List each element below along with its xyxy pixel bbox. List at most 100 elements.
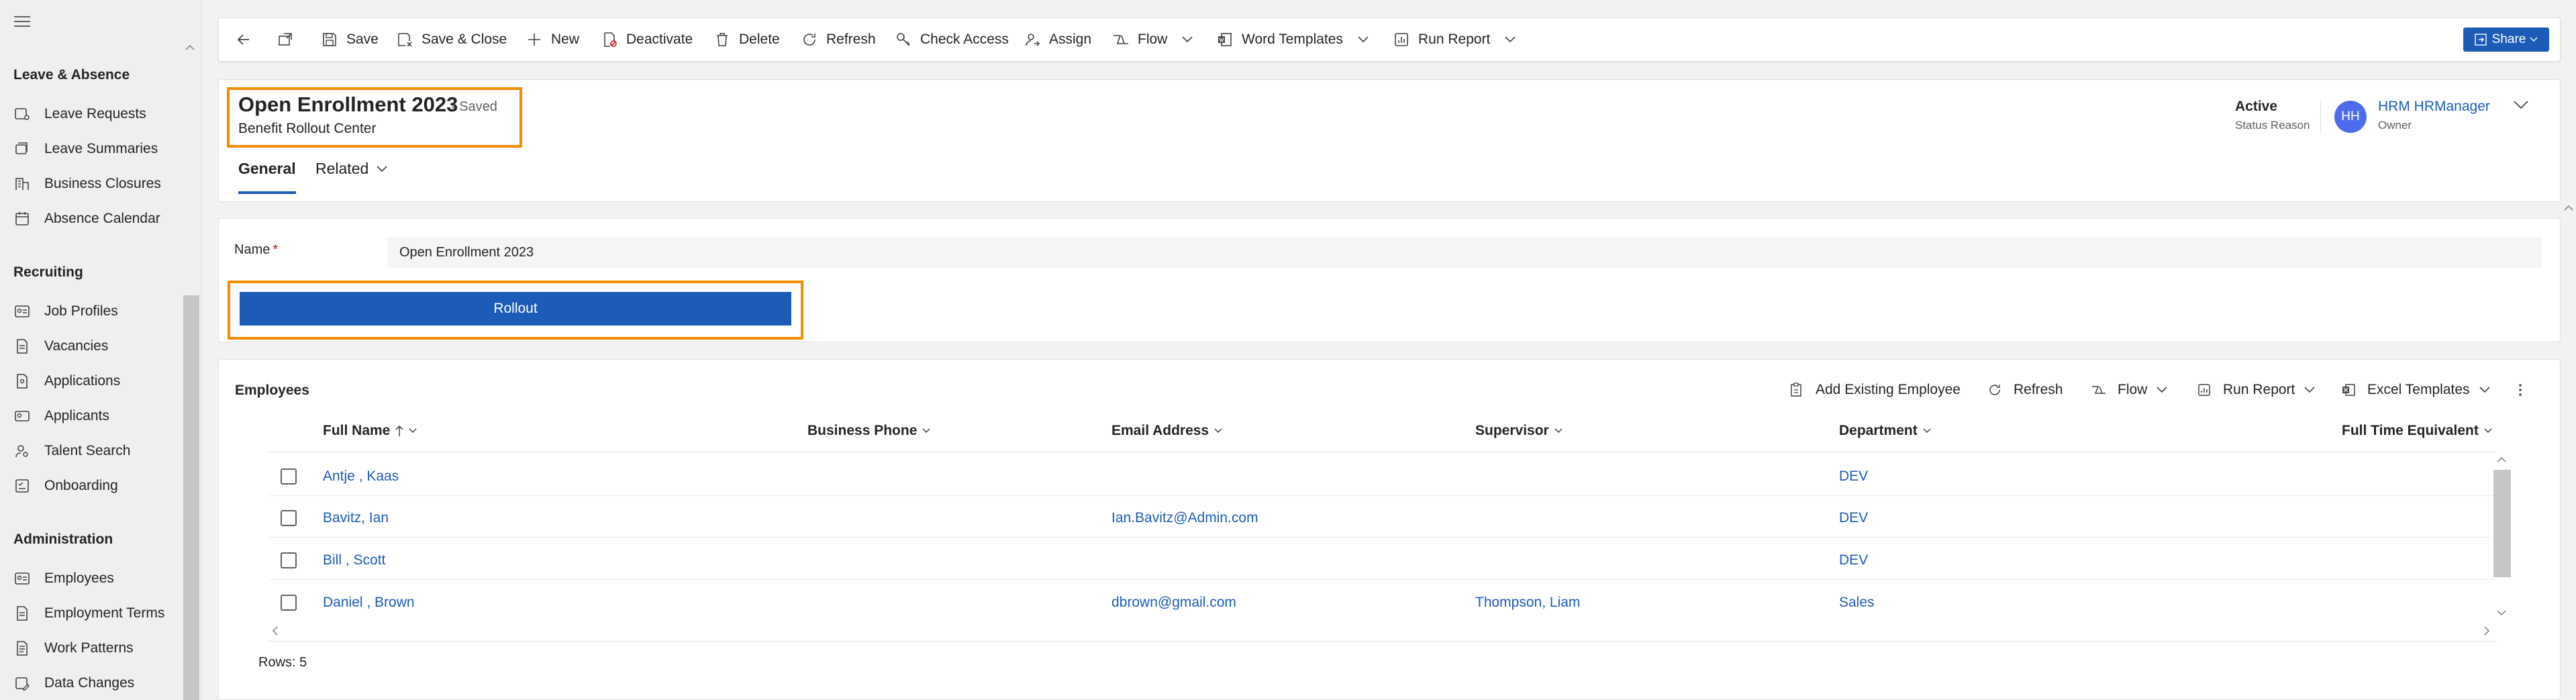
grid-scroll-up-icon[interactable] [2497, 456, 2506, 463]
row-divider [268, 579, 2497, 580]
plus-icon [526, 31, 543, 48]
sidebar-item-applicants[interactable]: Applicants [13, 403, 181, 430]
cell-full-name[interactable]: Antje , Kaas [323, 468, 399, 485]
sidebar-item-job-profiles[interactable]: Job Profiles [13, 298, 181, 325]
sidebar-item-work-patterns[interactable]: Work Patterns [13, 635, 181, 662]
column-header-supervisor[interactable]: Supervisor [1475, 423, 1563, 439]
sidebar-item-vacancies[interactable]: Vacancies [13, 333, 181, 360]
sidebar-item-applications[interactable]: Applications [13, 368, 181, 395]
refresh-button[interactable]: Refresh [801, 17, 876, 62]
hamburger-menu-icon[interactable] [13, 15, 31, 28]
sidebar-scrollbar[interactable] [183, 295, 199, 700]
save-label: Save [346, 32, 379, 47]
key-icon [895, 31, 912, 48]
cell-supervisor[interactable]: Thompson, Liam [1475, 595, 1580, 611]
column-header-email-address[interactable]: Email Address [1111, 423, 1222, 439]
cell-email[interactable]: dbrown@gmail.com [1111, 595, 1236, 611]
name-field[interactable] [387, 237, 2542, 268]
sidebar-item-label: Leave Summaries [44, 141, 158, 156]
cell-department[interactable]: Sales [1839, 595, 1875, 611]
sidebar-item-leave-summaries[interactable]: Leave Summaries [13, 136, 181, 162]
active-tab-indicator [238, 191, 296, 194]
deactivate-button[interactable]: Deactivate [601, 17, 693, 62]
run-report-label: Run Report [1418, 32, 1491, 47]
run-report-button[interactable]: Run Report [1393, 17, 1516, 62]
add-existing-employee-button[interactable]: Add Existing Employee [1789, 377, 1961, 403]
person-search-icon [13, 442, 31, 460]
check-access-button[interactable]: Check Access [895, 17, 1009, 62]
save-button[interactable]: Save [321, 17, 379, 62]
more-commands-icon[interactable] [2518, 377, 2522, 403]
sidebar-item-absence-calendar[interactable]: Absence Calendar [13, 205, 181, 232]
refresh-icon [801, 31, 818, 48]
sidebar-item-business-closures[interactable]: Business Closures [13, 170, 181, 197]
sidebar-item-label: Work Patterns [44, 640, 134, 656]
assign-button[interactable]: Assign [1024, 17, 1091, 62]
row-checkbox[interactable] [281, 468, 297, 485]
sidebar-item-data-changes[interactable]: Data Changes [13, 670, 181, 697]
sidebar-item-talent-search[interactable]: Talent Search [13, 438, 181, 464]
owner-link[interactable]: HRM HRManager [2378, 99, 2490, 115]
sort-ascending-icon [395, 425, 403, 437]
sidebar-item-employees[interactable]: Employees [13, 565, 181, 592]
column-header-business-phone[interactable]: Business Phone [807, 423, 930, 439]
grid-flow-button[interactable]: Flow [2091, 377, 2167, 403]
page-scroll-up-icon[interactable] [2564, 205, 2573, 211]
flow-button[interactable]: Flow [1112, 17, 1193, 62]
cell-full-name[interactable]: Daniel , Brown [323, 595, 415, 611]
cell-email[interactable]: Ian.Bavitz@Admin.com [1111, 510, 1258, 526]
grid-horizontal-scrollbar[interactable] [268, 641, 2497, 642]
column-header-full-time-equivalent[interactable]: Full Time Equivalent [2342, 423, 2492, 439]
new-button[interactable]: New [526, 17, 579, 62]
grid-vertical-scrollbar[interactable] [2493, 470, 2511, 577]
document-person-icon [13, 372, 31, 390]
save-close-button[interactable]: Save & Close [396, 17, 507, 62]
grid-scroll-right-icon[interactable] [2483, 626, 2490, 636]
name-label-text: Name [234, 242, 270, 257]
sidebar-item-label: Absence Calendar [44, 211, 160, 226]
chevron-down-icon [1358, 36, 1369, 43]
calendar-icon [13, 210, 31, 228]
cell-full-name[interactable]: Bavitz, Ian [323, 510, 389, 526]
grid-scroll-down-icon[interactable] [2497, 609, 2506, 616]
word-templates-button[interactable]: Word Templates [1216, 17, 1369, 62]
cell-department[interactable]: DEV [1839, 510, 1868, 526]
column-header-department[interactable]: Department [1839, 423, 1931, 439]
column-header-label: Business Phone [807, 423, 918, 438]
word-templates-label: Word Templates [1242, 32, 1343, 47]
tab-related[interactable]: Related [315, 160, 387, 178]
row-checkbox[interactable] [281, 595, 297, 611]
sidebar-item-leave-requests[interactable]: Leave Requests [13, 101, 181, 128]
column-header-full-name[interactable]: Full Name [323, 423, 417, 439]
sidebar-scroll-up-icon[interactable] [185, 44, 195, 51]
employees-subgrid [218, 359, 2561, 700]
save-icon [321, 31, 338, 48]
sidebar-group-administration: Administration [13, 532, 113, 547]
back-button[interactable] [235, 17, 260, 62]
grid-scroll-left-icon[interactable] [272, 626, 279, 636]
sidebar-item-onboarding[interactable]: Onboarding [13, 472, 181, 499]
rollout-button[interactable]: Rollout [240, 292, 791, 326]
sidebar-item-label: Applications [44, 373, 121, 389]
share-button[interactable]: Share [2463, 28, 2549, 52]
tab-general[interactable]: General [238, 160, 296, 178]
cell-department[interactable]: DEV [1839, 468, 1868, 485]
header-expand-chevron-icon[interactable] [2514, 101, 2528, 110]
cell-department[interactable]: DEV [1839, 552, 1868, 568]
grid-run-report-button[interactable]: Run Report [2196, 377, 2315, 403]
sidebar-item-label: Job Profiles [44, 303, 118, 319]
delete-button[interactable]: Delete [713, 17, 780, 62]
grid-refresh-button[interactable]: Refresh [1987, 377, 2063, 403]
row-checkbox[interactable] [281, 552, 297, 568]
open-in-new-window-button[interactable] [277, 17, 302, 62]
chevron-down-icon [377, 165, 387, 172]
document-deactivate-icon [601, 31, 618, 48]
sidebar-item-employment-terms[interactable]: Employment Terms [13, 600, 181, 627]
row-checkbox[interactable] [281, 510, 297, 526]
cell-full-name[interactable]: Bill , Scott [323, 552, 385, 568]
share-label: Share [2491, 32, 2526, 46]
delete-label: Delete [739, 32, 780, 47]
excel-templates-button[interactable]: Excel Templates [2340, 377, 2490, 403]
excel-templates-label: Excel Templates [2367, 382, 2470, 397]
chevron-down-icon [2304, 387, 2315, 393]
